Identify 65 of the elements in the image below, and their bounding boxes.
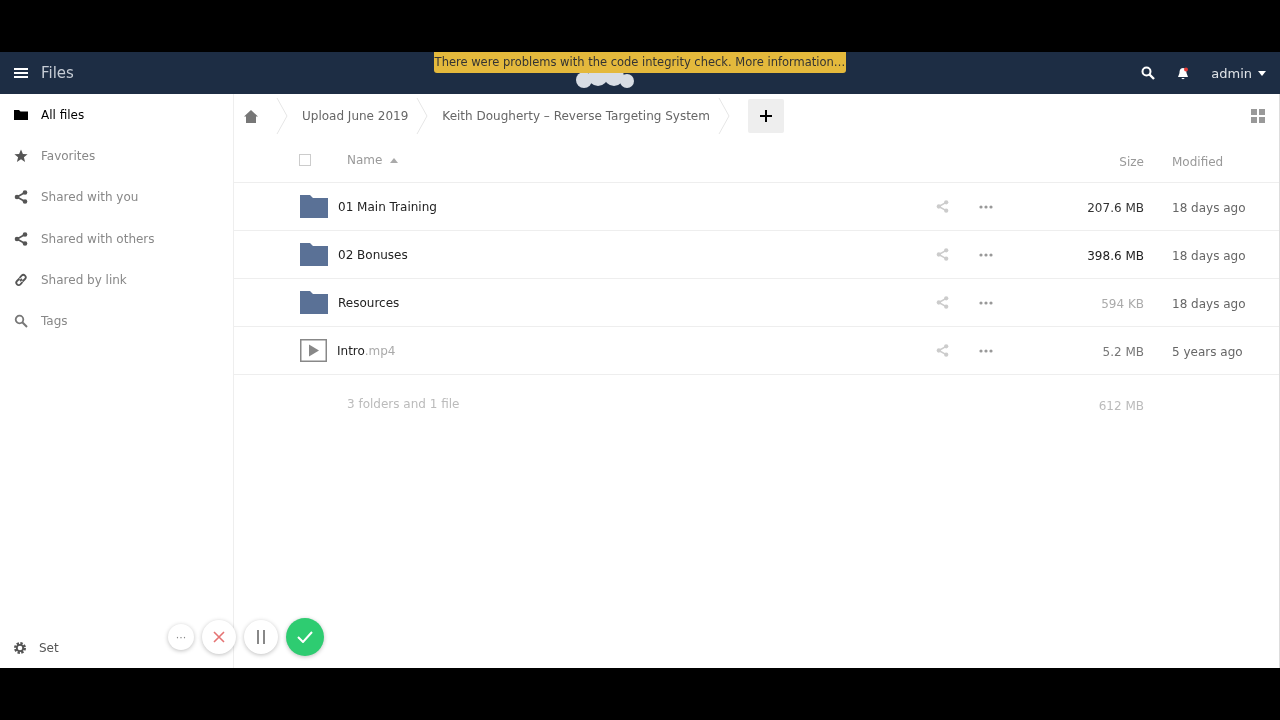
pause-icon — [256, 630, 266, 644]
file-size: 5.2 MB — [1102, 345, 1144, 359]
breadcrumb-link[interactable]: Keith Dougherty – Reverse Targeting System — [442, 109, 710, 123]
search-icon[interactable] — [1141, 66, 1156, 80]
menu-icon[interactable] — [14, 67, 28, 79]
total-size: 612 MB — [1098, 398, 1144, 413]
confirm-button[interactable] — [286, 618, 324, 656]
file-name[interactable]: 01 Main Training — [338, 199, 437, 214]
breadcrumb-chevron-icon — [717, 98, 730, 134]
app-title: Files — [41, 64, 74, 82]
select-all-checkbox[interactable] — [299, 154, 311, 166]
share-icon[interactable] — [936, 344, 949, 357]
more-actions-icon[interactable] — [979, 300, 993, 305]
link-icon — [14, 272, 28, 287]
folder-icon — [300, 243, 328, 266]
breadcrumb-chevron-icon — [416, 98, 429, 134]
file-name[interactable]: Resources — [338, 295, 400, 310]
video-file-icon — [300, 339, 327, 362]
file-size: 594 KB — [1101, 297, 1144, 311]
file-name[interactable]: Intro.mp4 — [337, 343, 396, 358]
integrity-warning-banner[interactable]: There were problems with the code integrity check. More information… — [434, 52, 846, 73]
modified-date: 18 days ago — [1172, 297, 1246, 311]
sidebar-item[interactable]: Shared with others — [0, 217, 233, 260]
breadcrumb-link[interactable]: Upload June 2019 — [302, 109, 409, 123]
caret-down-icon — [1258, 70, 1266, 76]
user-menu[interactable]: admin — [1211, 65, 1266, 81]
file-name[interactable]: 02 Bonuses — [338, 247, 408, 262]
new-button[interactable] — [747, 99, 784, 133]
sidebar-item[interactable]: Favorites — [0, 135, 233, 177]
modified-date: 18 days ago — [1172, 201, 1246, 215]
share-icon — [14, 231, 28, 246]
sidebar-item[interactable]: Shared by link — [0, 259, 233, 301]
summary-text: 3 folders and 1 file — [347, 397, 460, 411]
sidebar-item[interactable]: Shared with you — [0, 176, 233, 218]
more-actions-icon[interactable] — [979, 348, 993, 353]
plus-icon — [759, 110, 772, 122]
file-size: 398.6 MB — [1087, 249, 1144, 263]
sidebar-item[interactable]: All files — [0, 94, 233, 136]
star-icon — [14, 148, 28, 163]
breadcrumb-chevron-icon — [276, 98, 288, 134]
modified-date: 5 years ago — [1172, 345, 1243, 359]
more-button[interactable]: ··· — [168, 624, 194, 650]
grid-view-icon[interactable] — [1251, 109, 1265, 123]
share-icon[interactable] — [936, 200, 949, 213]
share-icon — [14, 190, 28, 205]
folder-icon — [300, 195, 328, 218]
notification-bell-icon[interactable] — [1177, 66, 1190, 80]
folder-icon — [14, 107, 28, 122]
sidebar-item[interactable]: Tags — [0, 300, 233, 342]
more-actions-icon[interactable] — [979, 204, 993, 209]
folder-icon — [300, 291, 328, 314]
close-icon — [213, 631, 225, 643]
share-icon[interactable] — [936, 248, 949, 261]
check-icon — [297, 631, 313, 643]
settings-icon — [13, 641, 27, 655]
sort-ascending-icon[interactable] — [390, 157, 399, 163]
modified-date: 18 days ago — [1172, 249, 1246, 263]
file-size: 207.6 MB — [1087, 201, 1144, 215]
settings-link[interactable]: Set — [13, 641, 59, 655]
share-icon[interactable] — [936, 296, 949, 309]
more-actions-icon[interactable] — [979, 252, 993, 257]
search-icon — [14, 314, 28, 329]
pause-button[interactable] — [244, 620, 278, 654]
home-icon[interactable] — [244, 109, 258, 123]
cancel-button[interactable] — [202, 620, 236, 654]
